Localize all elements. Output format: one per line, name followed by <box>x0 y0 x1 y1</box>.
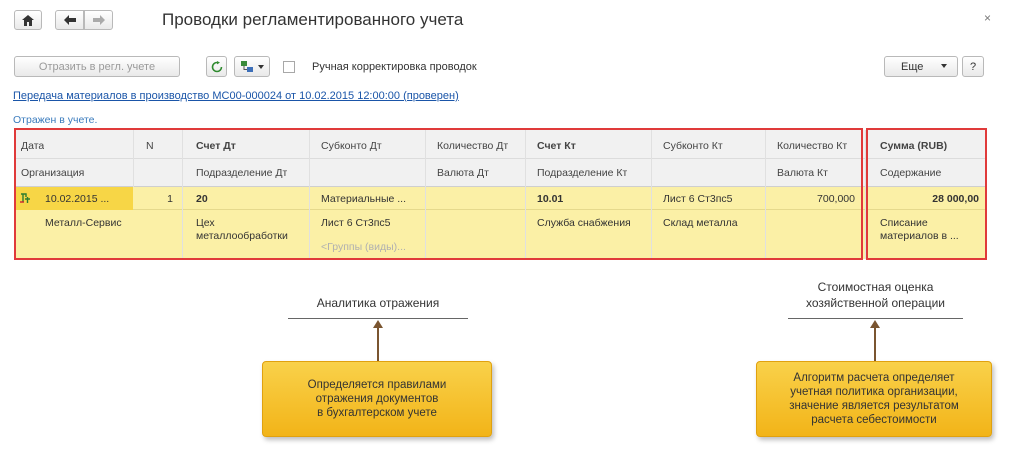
more-button[interactable]: Еще <box>884 56 958 77</box>
home-icon <box>22 14 34 26</box>
structure-menu-button[interactable] <box>234 56 270 77</box>
cost-callout: Алгоритм расчета определяет учетная поли… <box>756 361 992 437</box>
help-button[interactable]: ? <box>962 56 984 77</box>
cost-label-line2: хозяйственной операции <box>806 296 945 310</box>
analytics-highlight-frame <box>14 128 863 260</box>
analytics-arrow-shaft <box>377 327 379 361</box>
arrow-left-icon <box>63 15 76 25</box>
cost-label-line1: Стоимостная оценка <box>817 280 934 294</box>
post-to-regulated-accounting-button[interactable]: Отразить в регл. учете <box>14 56 180 77</box>
analytics-callout: Определяется правилами отражения докумен… <box>262 361 492 437</box>
analytics-label-underline <box>288 318 468 319</box>
document-link[interactable]: Передача материалов в производство МС00-… <box>13 90 459 102</box>
more-button-label: Еще <box>901 60 924 73</box>
close-icon[interactable]: × <box>984 11 991 25</box>
forward-button[interactable] <box>84 10 113 30</box>
status-text: Отражен в учете. <box>13 114 98 126</box>
chevron-down-icon <box>941 64 947 68</box>
cost-label-underline <box>788 318 963 319</box>
arrow-right-icon <box>92 15 105 25</box>
manual-correction-checkbox[interactable] <box>283 61 295 73</box>
back-button[interactable] <box>55 10 84 30</box>
cost-arrow-shaft <box>874 327 876 361</box>
analytics-label: Аналитика отражения <box>316 296 440 310</box>
refresh-icon <box>211 60 223 73</box>
chevron-down-icon <box>257 64 264 69</box>
page-title: Проводки регламентированного учета <box>162 10 464 29</box>
refresh-button[interactable] <box>206 56 227 77</box>
manual-correction-label: Ручная корректировка проводок <box>312 61 477 73</box>
amount-highlight-frame <box>866 128 987 260</box>
home-button[interactable] <box>14 10 42 30</box>
document-structure-icon <box>240 60 255 73</box>
